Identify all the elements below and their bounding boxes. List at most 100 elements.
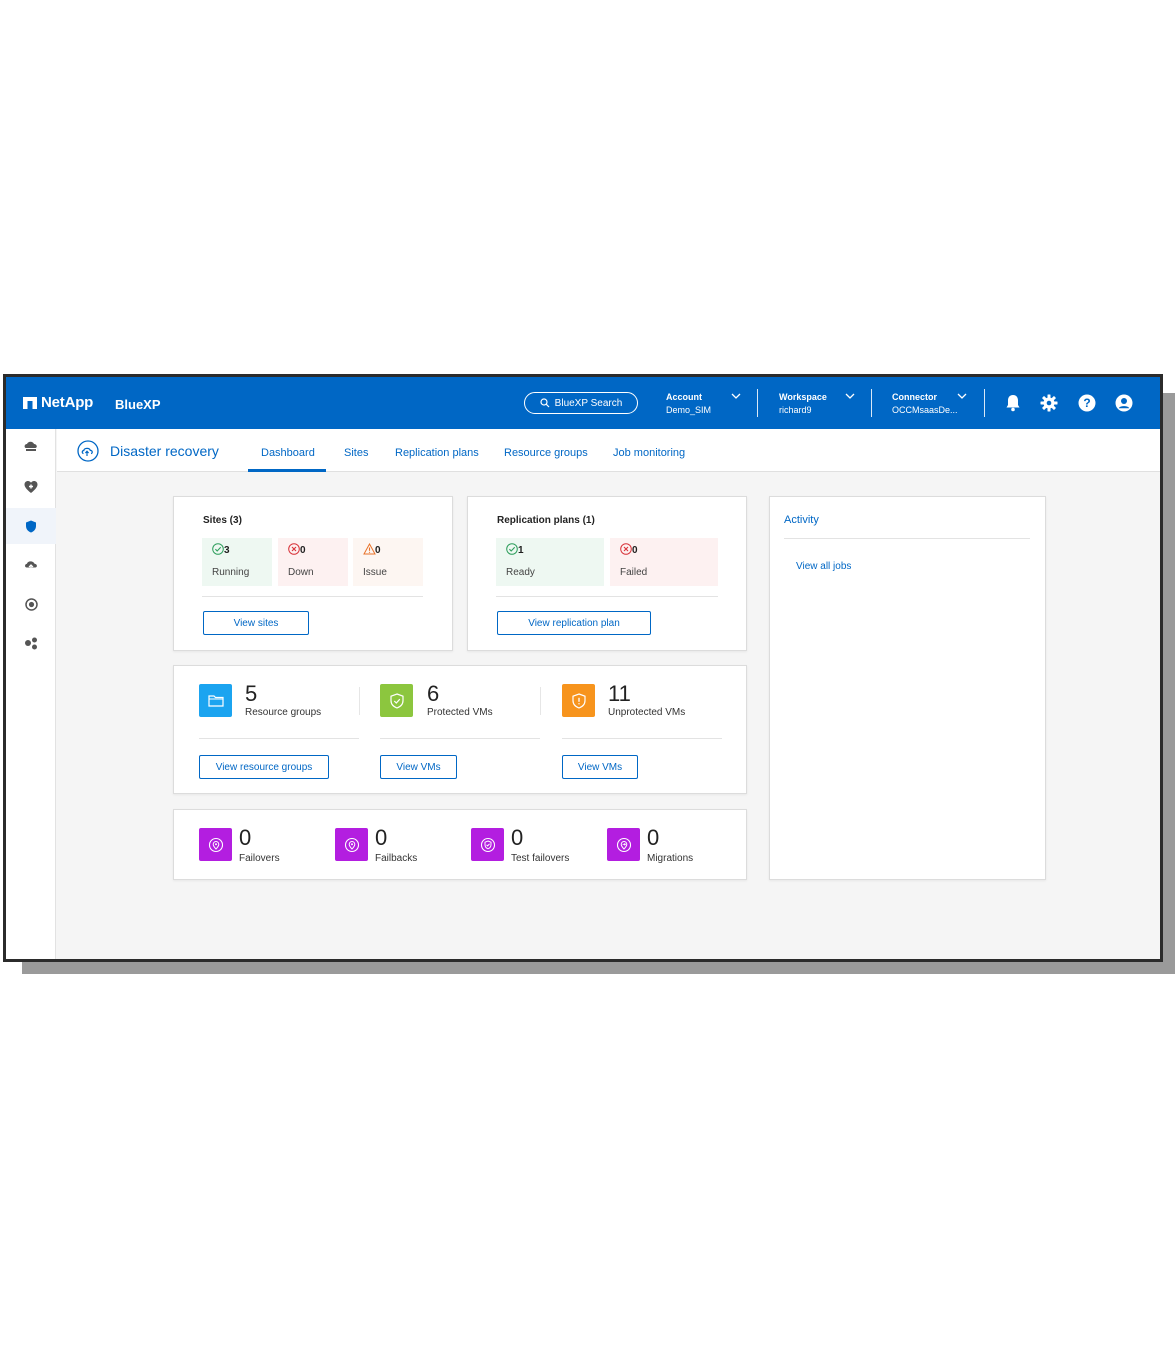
view-resource-groups-button[interactable]: View resource groups [199, 755, 329, 779]
test-failovers-icon-tile [471, 828, 504, 861]
failed-label: Failed [620, 567, 648, 578]
nav-storage[interactable] [6, 429, 56, 465]
page-title: Disaster recovery [110, 443, 219, 459]
inventory-card: 5 Resource groups View resource groups 6… [173, 665, 747, 794]
page-header: Disaster recovery Dashboard Sites Replic… [57, 429, 1160, 472]
connector-selector[interactable]: Connector OCCMsaasDe... [892, 391, 972, 417]
health-icon [24, 481, 38, 493]
nav-protection[interactable] [6, 508, 56, 544]
nav-cloud-backup[interactable] [6, 547, 56, 583]
top-bar: NetApp BlueXP BlueXP Search Account Demo… [6, 377, 1160, 429]
view-sites-button[interactable]: View sites [203, 611, 309, 635]
nav-health[interactable] [6, 469, 56, 505]
tab-sites[interactable]: Sites [344, 447, 368, 459]
svg-text:?: ? [1083, 396, 1090, 410]
active-tab-indicator [248, 469, 326, 472]
test-failover-shield-icon [480, 837, 495, 852]
search-icon [540, 398, 550, 408]
sites-title: Sites (3) [203, 515, 242, 526]
replication-plans-card: Replication plans (1) 1 Ready 0 Failed V… [467, 496, 747, 651]
chevron-down-icon [731, 393, 741, 399]
netapp-logo[interactable]: NetApp [23, 394, 93, 411]
issue-label: Issue [363, 567, 387, 578]
brand-name: NetApp [41, 394, 94, 411]
bell-icon[interactable] [1003, 393, 1023, 413]
sites-card: Sites (3) 3 Running 0 Down 0 Issue View … [173, 496, 453, 651]
test-failovers-label: Test failovers [511, 853, 570, 864]
sites-issue-tile[interactable]: 0 Issue [353, 538, 423, 586]
failbacks-label: Failbacks [375, 853, 418, 864]
mobility-icon [25, 637, 37, 649]
protected-vms-count: 6 [427, 681, 440, 706]
netapp-logo-icon [23, 396, 37, 409]
sites-running-tile[interactable]: 3 Running [202, 538, 272, 586]
tab-dashboard[interactable]: Dashboard [261, 447, 315, 459]
app-window: NetApp BlueXP BlueXP Search Account Demo… [3, 374, 1163, 962]
view-unprotected-vms-button[interactable]: View VMs [562, 755, 638, 779]
test-failovers-count: 0 [511, 825, 524, 850]
replication-ready-tile[interactable]: 1 Ready [496, 538, 604, 586]
tab-job-monitoring[interactable]: Job monitoring [613, 447, 685, 459]
divider [359, 687, 360, 715]
help-icon[interactable]: ? [1077, 393, 1097, 413]
chevron-down-icon [957, 393, 967, 399]
replication-failed-tile[interactable]: 0 Failed [610, 538, 718, 586]
divider [784, 538, 1030, 539]
ready-count: 1 [518, 545, 524, 556]
bluexp-search-button[interactable]: BlueXP Search [524, 392, 638, 414]
protected-vms-label: Protected VMs [427, 707, 493, 718]
gear-icon[interactable] [1039, 393, 1059, 413]
check-circle-icon [212, 543, 224, 555]
resource-groups-label: Resource groups [245, 707, 322, 718]
failbacks-icon-tile [335, 828, 368, 861]
migrations-count: 0 [647, 825, 660, 850]
divider [871, 389, 872, 417]
failovers-icon-tile [199, 828, 232, 861]
view-replication-plan-button[interactable]: View replication plan [497, 611, 651, 635]
unprotected-vms-label: Unprotected VMs [608, 707, 686, 718]
resource-groups-count: 5 [245, 681, 258, 706]
activity-card: Activity View all jobs [769, 496, 1046, 880]
check-circle-icon [506, 543, 518, 555]
chevron-down-icon [845, 393, 855, 399]
workspace-value: richard9 [779, 405, 812, 415]
error-circle-icon [620, 543, 632, 555]
tab-replication-plans[interactable]: Replication plans [395, 447, 479, 459]
account-selector[interactable]: Account Demo_SIM [666, 391, 746, 417]
user-icon[interactable] [1114, 393, 1134, 413]
migration-arrow-icon [616, 837, 631, 852]
divider [757, 389, 758, 417]
running-label: Running [212, 567, 250, 578]
failback-pin-icon [344, 837, 359, 852]
protected-vms-icon-tile [380, 684, 413, 717]
nav-governance[interactable] [6, 586, 56, 622]
sites-down-tile[interactable]: 0 Down [278, 538, 348, 586]
unprotected-vms-count: 11 [608, 681, 631, 706]
failovers-label: Failovers [239, 853, 280, 864]
tab-resource-groups[interactable]: Resource groups [504, 447, 588, 459]
view-protected-vms-button[interactable]: View VMs [380, 755, 457, 779]
account-value: Demo_SIM [666, 405, 712, 415]
failed-count: 0 [632, 545, 638, 556]
migrations-icon-tile [607, 828, 640, 861]
shield-alert-icon [571, 692, 586, 709]
nav-mobility[interactable] [6, 625, 56, 661]
operations-card: 0 Failovers 0 Failbacks 0 Test failovers… [173, 809, 747, 880]
divider [496, 596, 718, 597]
issue-count: 0 [375, 545, 381, 556]
side-navigation [6, 429, 56, 959]
folder-icon [207, 695, 224, 707]
failover-pin-icon [208, 837, 223, 852]
failovers-count: 0 [239, 825, 252, 850]
storage-icon [24, 441, 37, 451]
product-name: BlueXP [115, 397, 161, 412]
down-label: Down [288, 567, 314, 578]
governance-icon [24, 597, 38, 611]
workspace-selector[interactable]: Workspace richard9 [779, 391, 859, 417]
connector-value: OCCMsaasDe... [892, 405, 958, 415]
search-label: BlueXP Search [554, 397, 623, 409]
protection-icon [26, 520, 36, 532]
divider [202, 596, 423, 597]
view-all-jobs-link[interactable]: View all jobs [796, 561, 851, 572]
running-count: 3 [224, 545, 230, 556]
